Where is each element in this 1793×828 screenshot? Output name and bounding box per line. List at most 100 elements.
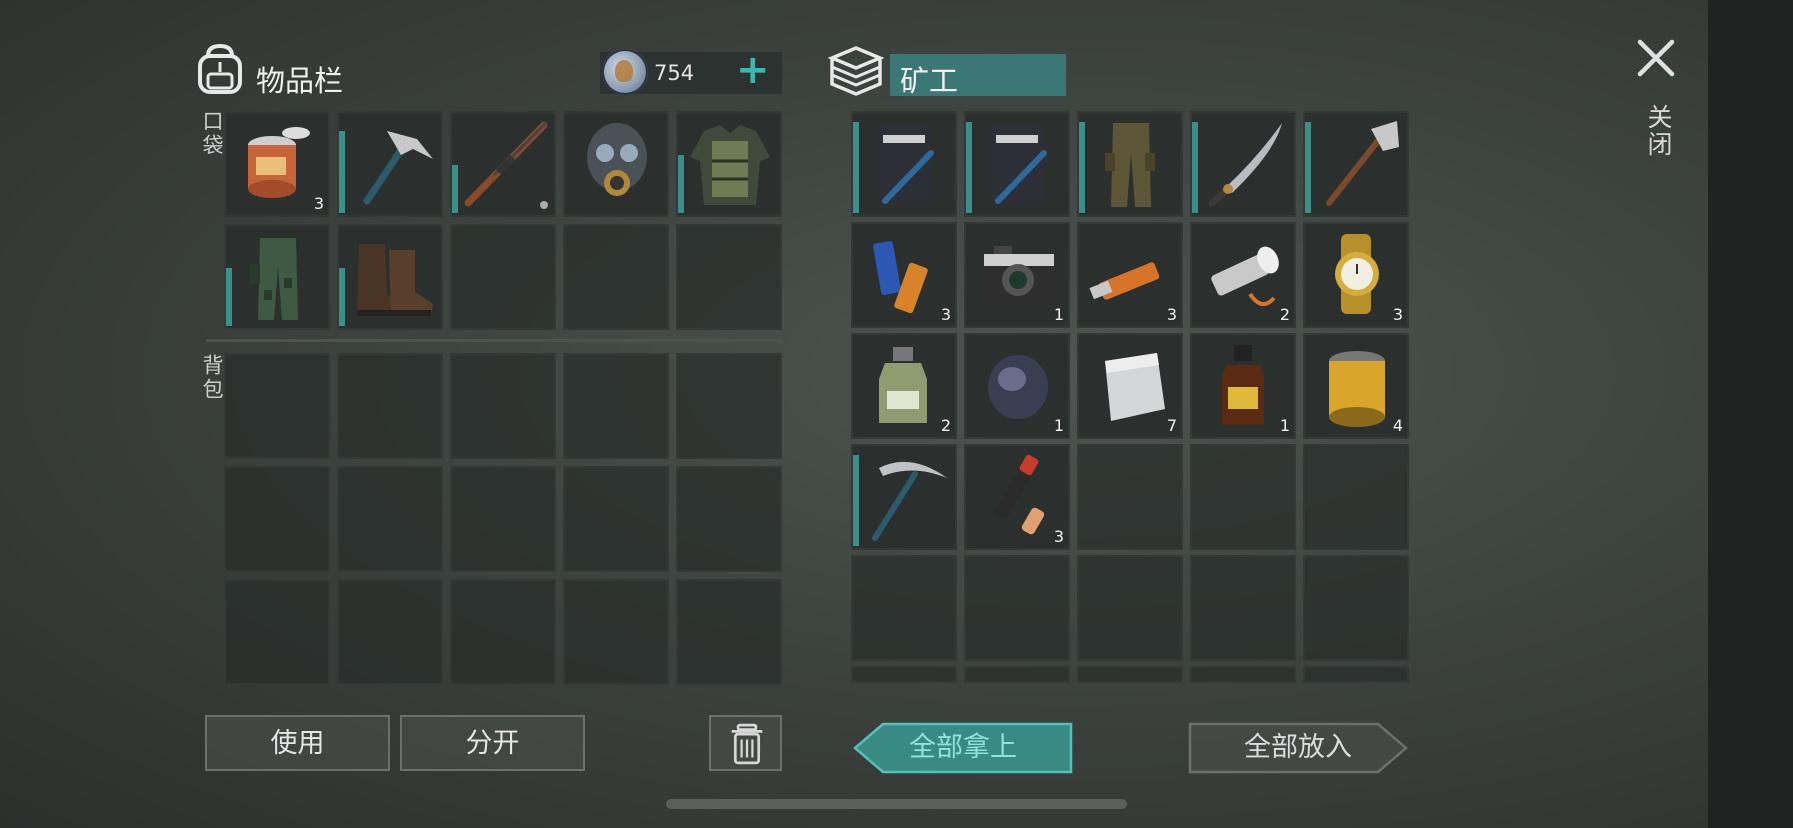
backpack-slot[interactable] (676, 353, 782, 459)
loot-slot[interactable] (964, 555, 1070, 661)
use-button[interactable]: 使用 (205, 715, 390, 771)
loot-slot[interactable]: 3 (964, 444, 1070, 550)
loot-slot[interactable] (1077, 666, 1183, 683)
loot-slot[interactable] (1077, 111, 1183, 217)
flare-icon (995, 454, 1045, 535)
loot-slot[interactable] (1077, 555, 1183, 661)
loot-slot[interactable] (964, 666, 1070, 683)
backpack-slot[interactable] (450, 579, 556, 685)
loot-slot[interactable] (1303, 666, 1409, 683)
pocket-slot[interactable] (563, 111, 669, 217)
chemical-bottle-icon (879, 347, 927, 423)
backpack-slot[interactable] (337, 466, 443, 572)
put-all-label: 全部放入 (1244, 732, 1352, 763)
backpack-slot[interactable] (563, 353, 669, 459)
iodine-bottle-icon (1222, 345, 1264, 425)
section-divider (206, 339, 782, 342)
loot-slot[interactable]: 2 (851, 333, 957, 439)
delete-button[interactable] (709, 715, 782, 771)
backpack-icon (198, 43, 242, 94)
loot-slot[interactable]: 1 (964, 333, 1070, 439)
backpack-slot[interactable] (337, 579, 443, 685)
loot-slot[interactable]: 3 (851, 222, 957, 328)
axe-icon (1326, 121, 1399, 206)
leather-boots-icon (357, 244, 433, 316)
pocket-slot[interactable]: 3 (224, 111, 330, 217)
take-all-button[interactable]: 全部拿上 (853, 722, 1073, 774)
close-label[interactable]: 关闭 (1640, 104, 1676, 158)
hunting-rifle-icon (464, 121, 548, 207)
pocket-slot[interactable] (337, 111, 443, 217)
loot-slot[interactable] (851, 555, 957, 661)
item-quantity: 7 (1166, 416, 1177, 435)
coin-icon (602, 49, 648, 95)
home-indicator[interactable] (666, 799, 1127, 809)
usb-drive-icon (1089, 262, 1160, 300)
riot-shield-icon (877, 125, 934, 204)
food-can-icon (248, 127, 310, 198)
loot-slot[interactable]: 3 (1303, 222, 1409, 328)
air-filter-icon (1329, 351, 1385, 427)
close-icon[interactable] (1634, 36, 1678, 80)
loot-slot[interactable]: 7 (1077, 333, 1183, 439)
pocket-slot[interactable] (676, 224, 782, 330)
item-quantity: 2 (1279, 305, 1290, 324)
item-quantity: 4 (1392, 416, 1403, 435)
camo-pants-icon (250, 238, 298, 320)
split-button[interactable]: 分开 (400, 715, 585, 771)
lens-icon (988, 355, 1048, 419)
loot-slot[interactable] (1190, 666, 1296, 683)
pocket-slot[interactable] (224, 224, 330, 330)
backpack-slot[interactable] (676, 579, 782, 685)
loot-slot[interactable] (1190, 444, 1296, 550)
backpack-slot[interactable] (224, 466, 330, 572)
put-all-button[interactable]: 全部放入 (1188, 722, 1408, 774)
loot-slot[interactable] (851, 111, 957, 217)
hammer-icon (363, 131, 433, 205)
loot-slot[interactable]: 3 (1077, 222, 1183, 328)
trash-icon (731, 723, 763, 765)
backpack-slot[interactable] (563, 579, 669, 685)
loot-slot[interactable] (964, 111, 1070, 217)
take-all-label: 全部拿上 (909, 732, 1017, 763)
loot-slot[interactable] (1190, 555, 1296, 661)
pocket-slot[interactable] (450, 224, 556, 330)
backpack-slot[interactable] (563, 466, 669, 572)
attachment-dot (540, 201, 548, 209)
loot-container-title: 矿工 (900, 64, 959, 98)
loot-slot[interactable] (1190, 111, 1296, 217)
item-quantity: 1 (1053, 416, 1064, 435)
loot-slot[interactable] (1303, 555, 1409, 661)
loot-slot[interactable]: 4 (1303, 333, 1409, 439)
item-quantity: 1 (1053, 305, 1064, 324)
loot-slot[interactable] (1077, 444, 1183, 550)
loot-slot[interactable]: 1 (964, 222, 1070, 328)
loot-slot[interactable] (1303, 444, 1409, 550)
backpack-slot[interactable] (224, 579, 330, 685)
pickaxe-icon (872, 461, 947, 541)
backpack-slot[interactable] (676, 466, 782, 572)
pocket-slot[interactable] (450, 111, 556, 217)
loot-slot[interactable] (1303, 111, 1409, 217)
loot-slot[interactable] (851, 444, 957, 550)
backpack-slot[interactable] (450, 353, 556, 459)
batteries-icon (873, 241, 928, 314)
pocket-slot[interactable] (563, 224, 669, 330)
pocket-slot[interactable] (337, 224, 443, 330)
camera-icon (984, 246, 1054, 302)
right-edge-panel (1708, 0, 1793, 828)
gold-watch-icon (1335, 234, 1379, 314)
loot-slot[interactable] (851, 666, 957, 683)
item-quantity: 3 (940, 305, 951, 324)
add-coins-button[interactable]: + (736, 46, 770, 94)
crate-icon (827, 46, 885, 96)
backpack-slot[interactable] (337, 353, 443, 459)
item-quantity: 3 (313, 194, 324, 213)
pocket-slot[interactable] (676, 111, 782, 217)
backpack-slot[interactable] (224, 353, 330, 459)
item-quantity: 3 (1166, 305, 1177, 324)
loot-slot[interactable]: 1 (1190, 333, 1296, 439)
loot-slot[interactable]: 2 (1190, 222, 1296, 328)
riot-shield-icon (990, 125, 1047, 204)
backpack-slot[interactable] (450, 466, 556, 572)
